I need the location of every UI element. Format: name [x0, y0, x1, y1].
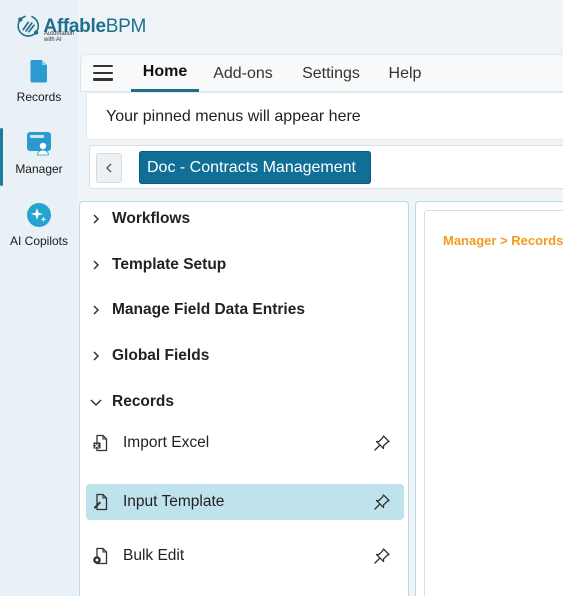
chevron-right-icon — [93, 351, 100, 361]
chevron-right-icon — [93, 305, 100, 315]
left-rail: AffableBPM Automation with AI Records Ma… — [0, 0, 146, 596]
records-icon — [30, 60, 47, 83]
menu-group-label: Global Fields — [112, 347, 210, 364]
back-button[interactable] — [96, 153, 122, 183]
menu-item-bulk-edit[interactable]: Bulk Edit — [86, 538, 404, 574]
breadcrumb[interactable]: Manager > Records — [443, 233, 563, 248]
rail-item-manager[interactable]: Manager — [0, 128, 78, 192]
chevron-right-icon — [93, 214, 100, 224]
pin-icon[interactable] — [372, 492, 392, 512]
logo-mark-icon — [17, 15, 40, 37]
top-nav-bar: Home Add-ons Settings Help — [80, 54, 563, 92]
menu-group-template-setup[interactable]: Template Setup — [80, 250, 408, 280]
content-frame: Manager > Records — [424, 210, 563, 596]
rail-item-records[interactable]: Records — [0, 58, 78, 120]
ai-copilots-icon — [27, 203, 51, 227]
pinned-menus-bar: Your pinned menus will appear here — [86, 92, 563, 140]
side-menu-panel: Workflows Template Setup Manage Field Da… — [79, 201, 409, 596]
menu-group-label: Manage Field Data Entries — [112, 301, 305, 318]
module-bar: Doc - Contracts Management — [89, 145, 563, 189]
pin-icon[interactable] — [372, 546, 392, 566]
brand-tagline: Automation with AI — [44, 31, 75, 43]
tab-help[interactable]: Help — [381, 55, 429, 92]
tab-add-ons[interactable]: Add-ons — [207, 55, 279, 92]
rail-label-manager: Manager — [15, 162, 63, 176]
rail-label-records: Records — [16, 90, 62, 104]
import-excel-icon — [93, 434, 108, 452]
hamburger-menu-icon[interactable] — [93, 65, 113, 81]
input-template-icon — [94, 493, 108, 511]
menu-group-label: Records — [112, 393, 175, 410]
brand-name-part2: BPM — [105, 15, 147, 37]
menu-group-records[interactable]: Records — [80, 387, 408, 417]
menu-item-label: Input Template — [123, 493, 225, 510]
chevron-down-icon — [90, 399, 102, 407]
rail-item-ai-copilots[interactable]: AI Copilots — [0, 202, 78, 264]
menu-group-label: Template Setup — [112, 256, 227, 273]
menu-item-label: Bulk Edit — [123, 547, 185, 564]
content-panel: Manager > Records — [415, 201, 563, 596]
tab-home[interactable]: Home — [131, 55, 199, 92]
pin-icon[interactable] — [372, 433, 392, 453]
menu-group-manage-field-data-entries[interactable]: Manage Field Data Entries — [80, 295, 408, 325]
module-selector[interactable]: Doc - Contracts Management — [139, 151, 371, 184]
app-logo[interactable]: AffableBPM — [16, 8, 146, 44]
chevron-right-icon — [93, 260, 100, 270]
menu-group-global-fields[interactable]: Global Fields — [80, 341, 408, 371]
menu-group-label: Workflows — [112, 210, 191, 227]
bulk-edit-icon — [93, 547, 108, 565]
chevron-left-icon — [106, 163, 112, 173]
rail-label-ai-copilots: AI Copilots — [9, 234, 69, 248]
menu-group-workflows[interactable]: Workflows — [80, 204, 408, 234]
menu-item-import-excel[interactable]: Import Excel — [86, 425, 404, 461]
menu-item-label: Import Excel — [123, 434, 210, 451]
tab-settings[interactable]: Settings — [297, 55, 365, 92]
menu-item-input-template[interactable]: Input Template — [86, 484, 404, 520]
manager-icon — [27, 132, 51, 156]
